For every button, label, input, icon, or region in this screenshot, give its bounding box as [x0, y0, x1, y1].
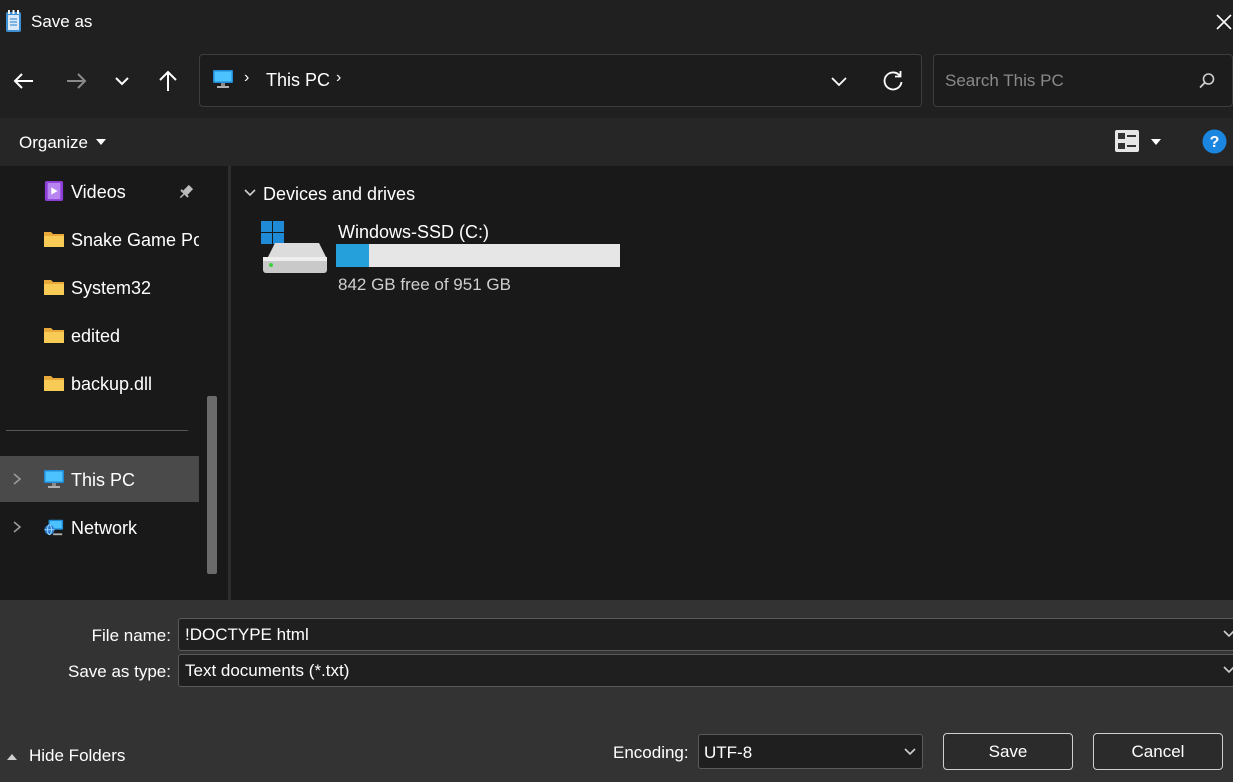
breadcrumb-this-pc[interactable]: This PC — [266, 70, 330, 91]
drive-name: Windows-SSD (C:) — [338, 222, 490, 242]
sidebar-divider — [6, 430, 188, 431]
caret-down-icon[interactable] — [96, 139, 106, 145]
chevron-down-icon[interactable] — [243, 188, 257, 198]
caret-down-icon[interactable] — [1151, 139, 1161, 145]
drive-usage-bar — [336, 244, 620, 267]
this-pc-icon — [44, 470, 64, 488]
breadcrumb-separator[interactable]: › — [336, 69, 341, 87]
save-type-value[interactable]: Text documents (*.txt) — [185, 661, 349, 681]
sidebar-item-snake-game[interactable]: Snake Game Portfolio — [0, 216, 199, 262]
title-bar: Save as — [0, 0, 1233, 44]
sidebar-item-label: edited — [71, 326, 121, 346]
file-name-field[interactable]: !DOCTYPE html — [178, 618, 1233, 651]
sidebar-item-label: This PC — [71, 470, 136, 490]
view-options-icon[interactable] — [1114, 129, 1140, 153]
this-pc-icon — [213, 70, 233, 88]
file-list: Devices and drives Windows-SSD (C:) 842 … — [231, 166, 1233, 600]
notepad-icon — [6, 10, 21, 32]
cancel-button[interactable]: Cancel — [1093, 733, 1223, 770]
encoding-label: Encoding: — [613, 743, 689, 762]
sidebar-item-videos[interactable]: Videos — [0, 168, 199, 214]
sidebar-item-network[interactable]: Network — [0, 504, 199, 550]
drive-free-space: 842 GB free of 951 GB — [338, 275, 511, 294]
chevron-right-icon[interactable] — [11, 472, 23, 486]
pin-icon[interactable] — [177, 183, 195, 201]
address-bar[interactable]: › This PC › — [199, 54, 922, 107]
chevron-down-icon[interactable] — [108, 64, 136, 98]
navigation-bar: › This PC › — [0, 44, 1233, 118]
hide-folders-label: Hide Folders — [29, 746, 126, 765]
chevron-right-icon[interactable] — [11, 520, 23, 534]
help-icon[interactable]: ? — [1202, 129, 1227, 154]
search-icon[interactable] — [1197, 71, 1217, 91]
windows-drive-icon — [261, 221, 327, 273]
encoding-select[interactable]: UTF-8 — [698, 734, 923, 769]
sidebar-scrollbar-thumb[interactable] — [207, 396, 217, 574]
organize-button[interactable]: Organize — [19, 133, 88, 153]
forward-arrow-icon[interactable] — [62, 64, 90, 98]
save-type-select[interactable]: Text documents (*.txt) — [178, 654, 1233, 687]
sidebar-item-edited[interactable]: edited — [0, 312, 199, 358]
folder-icon — [44, 328, 64, 343]
command-bar: Organize ? — [0, 118, 1233, 166]
window-title: Save as — [31, 12, 93, 31]
drive-item[interactable]: Windows-SSD (C:) 842 GB free of 951 GB — [255, 216, 655, 298]
search-input[interactable] — [945, 69, 1185, 93]
network-icon — [44, 519, 64, 536]
sidebar-item-system32[interactable]: System32 — [0, 264, 199, 310]
chevron-up-icon — [7, 754, 17, 760]
sidebar-item-backup-dll[interactable]: backup.dll — [0, 360, 199, 406]
sidebar-item-label: System32 — [71, 278, 152, 298]
file-name-label: File name: — [91, 626, 171, 645]
up-arrow-icon[interactable] — [154, 64, 182, 98]
encoding-value[interactable]: UTF-8 — [704, 743, 752, 763]
navigation-pane: Videos Snake Game Portfolio System32 edi… — [0, 166, 226, 600]
sidebar-item-this-pc[interactable]: This PC — [0, 456, 199, 502]
folder-icon — [44, 232, 64, 247]
close-icon[interactable] — [1212, 10, 1233, 34]
videos-icon — [44, 181, 64, 201]
chevron-down-icon[interactable] — [903, 747, 917, 757]
address-dropdown-icon[interactable] — [827, 69, 851, 93]
save-button[interactable]: Save — [943, 733, 1073, 770]
back-arrow-icon[interactable] — [10, 64, 38, 98]
refresh-icon[interactable] — [880, 68, 906, 94]
drive-usage-fill — [336, 244, 369, 267]
folder-icon — [44, 376, 64, 391]
search-box[interactable] — [933, 54, 1233, 107]
chevron-down-icon[interactable] — [1222, 665, 1233, 675]
file-name-value[interactable]: !DOCTYPE html — [185, 625, 309, 645]
folder-icon — [44, 280, 64, 295]
chevron-down-icon[interactable] — [1222, 629, 1233, 639]
save-panel: File name: !DOCTYPE html Save as type: T… — [0, 600, 1233, 782]
group-header[interactable]: Devices and drives — [263, 184, 415, 205]
svg-text:?: ? — [1210, 134, 1220, 151]
sidebar-item-label: backup.dll — [71, 374, 153, 394]
sidebar-item-label: Snake Game Portfolio — [71, 230, 199, 250]
sidebar-item-label: Network — [71, 518, 138, 538]
save-type-label: Save as type: — [67, 662, 171, 681]
breadcrumb-separator[interactable]: › — [244, 69, 249, 87]
